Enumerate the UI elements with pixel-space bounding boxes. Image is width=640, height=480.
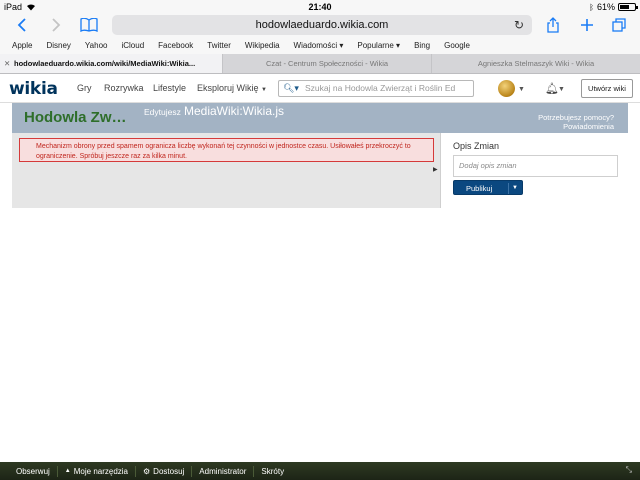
- gear-icon: ⚙: [143, 466, 151, 476]
- help-links: Potrzebujesz pomocy? Powiadomienia: [538, 113, 614, 131]
- help-link[interactable]: Potrzebujesz pomocy?: [538, 113, 614, 122]
- bookmarks-book-icon[interactable]: [78, 15, 100, 35]
- wikia-logo[interactable]: wikia: [9, 79, 58, 99]
- edit-side-panel: Opis Zmian Dodaj opis zmian Publikuj ▼: [440, 133, 628, 208]
- battery-fill: [620, 5, 629, 9]
- bookmark-item[interactable]: Apple: [12, 41, 32, 50]
- wikia-bottom-toolbar: Obserwuj ▲ Moje narzędzia ⚙ Dostosuj Admin…: [0, 462, 640, 480]
- bell-caret-icon[interactable]: ▼: [558, 86, 565, 93]
- toolbar-follow-label: Obserwuj: [16, 466, 50, 476]
- edit-page-title: MediaWiki:Wikia.js: [184, 104, 285, 118]
- bookmark-item[interactable]: Google: [444, 41, 470, 50]
- editor-content: Mechanizm obrony przed spamem ogranicza …: [12, 133, 628, 208]
- bookmark-item[interactable]: Twitter: [207, 41, 231, 50]
- publish-button[interactable]: Publikuj ▼: [453, 180, 523, 195]
- bookmark-item[interactable]: Wiadomości ▾: [294, 41, 344, 50]
- avatar[interactable]: [498, 80, 515, 97]
- bookmarks-bar: Apple Disney Yahoo iCloud Facebook Twitter Wik…: [0, 36, 640, 54]
- new-tab-icon[interactable]: [578, 15, 596, 35]
- close-tab-icon[interactable]: ✕: [4, 54, 10, 73]
- wikia-global-nav: wikia Gry Rozrywka Lifestyle Eksploruj W…: [0, 75, 640, 103]
- resize-icon[interactable]: ⤡: [626, 465, 632, 475]
- avatar-caret-icon[interactable]: ▼: [518, 86, 525, 93]
- toolbar-my-tools-label: Moje narzędzia: [73, 466, 128, 476]
- battery-percent: 61%: [596, 2, 615, 12]
- reload-icon[interactable]: ↻: [514, 15, 524, 35]
- toolbar-customize-label: Dostosuj: [153, 466, 185, 476]
- status-right: ᛒ 61%: [589, 2, 638, 12]
- wiki-header: Hodowla Zw… Edytujesz MediaWiki:Wikia.js…: [12, 103, 628, 133]
- toolbar-customize[interactable]: ⚙ Dostosuj: [136, 465, 193, 477]
- toolbar-admin[interactable]: Administrator: [192, 465, 255, 477]
- publish-dropdown-icon[interactable]: ▼: [512, 181, 518, 196]
- back-icon[interactable]: [14, 15, 30, 35]
- error-message: Mechanizm obrony przed spamem ogranicza …: [19, 138, 434, 162]
- tab-bar: ✕ hodowlaeduardo.wikia.com/wiki/MediaWiki…: [0, 54, 640, 74]
- address-url: hodowlaeduardo.wikia.com: [255, 19, 389, 31]
- forward-icon[interactable]: [48, 15, 64, 35]
- nav-eksploruj[interactable]: Eksploruj Wikię ▼: [197, 83, 267, 93]
- bookmark-item[interactable]: Popularne ▾: [357, 41, 400, 50]
- share-icon[interactable]: [544, 15, 562, 35]
- bookmark-item[interactable]: Facebook: [158, 41, 193, 50]
- nav-eksploruj-label: Eksploruj Wikię: [197, 83, 259, 93]
- search-input[interactable]: 🔍︎▾ Szukaj na Hodowla Zwierząt i Roślin …: [278, 80, 474, 97]
- notifications-link[interactable]: Powiadomienia: [538, 122, 614, 131]
- status-bar: iPad 21:40 ᛒ 61%: [0, 0, 640, 14]
- browser-toolbar: hodowlaeduardo.wikia.com ↻: [0, 14, 640, 36]
- toolbar-admin-label: Administrator: [199, 466, 247, 476]
- bookmark-item[interactable]: Wikipedia: [245, 41, 280, 50]
- toolbar-shortcuts-label: Skróty: [261, 466, 285, 476]
- battery-icon: [618, 3, 638, 11]
- caret-up-icon: ▲: [64, 467, 71, 474]
- summary-title: Opis Zmian: [453, 141, 500, 151]
- publish-divider: [508, 183, 509, 194]
- collapse-panel-icon[interactable]: ▶: [433, 166, 438, 173]
- address-bar[interactable]: hodowlaeduardo.wikia.com ↻: [112, 15, 532, 35]
- bluetooth-icon: ᛒ: [589, 2, 594, 12]
- search-placeholder: Szukaj na Hodowla Zwierząt i Roślin Ed: [305, 83, 456, 93]
- toolbar-shortcuts[interactable]: Skróty: [254, 466, 291, 477]
- bookmark-item[interactable]: iCloud: [121, 41, 144, 50]
- chevron-down-icon: ▼: [261, 87, 267, 93]
- bookmark-item[interactable]: Yahoo: [85, 41, 108, 50]
- browser-tab[interactable]: Czat - Centrum Społeczności - Wikia: [222, 54, 431, 73]
- browser-tab[interactable]: ✕ hodowlaeduardo.wikia.com/wiki/MediaWiki…: [0, 54, 222, 73]
- tabs-overview-icon[interactable]: [610, 15, 628, 35]
- wiki-name[interactable]: Hodowla Zw…: [24, 109, 127, 126]
- nav-lifestyle[interactable]: Lifestyle: [153, 83, 186, 93]
- nav-rozrywka[interactable]: Rozrywka: [104, 83, 144, 93]
- bookmark-item[interactable]: Disney: [46, 41, 70, 50]
- browser-tab-label: Czat - Centrum Społeczności - Wikia: [265, 59, 389, 68]
- bookmark-item[interactable]: Bing: [414, 41, 430, 50]
- toolbar-follow[interactable]: Obserwuj: [0, 465, 58, 477]
- browser-tab-label: hodowlaeduardo.wikia.com/wiki/MediaWiki:…: [14, 59, 196, 68]
- notifications-bell-icon[interactable]: 🔔︎: [545, 82, 559, 95]
- browser-tab-label: Agnieszka Stelmaszyk Wiki - Wikia: [477, 59, 595, 68]
- publish-label: Publikuj: [466, 184, 493, 193]
- status-time: 21:40: [308, 2, 332, 12]
- edit-prefix: Edytujesz: [144, 107, 181, 117]
- summary-input[interactable]: Dodaj opis zmian: [453, 155, 618, 177]
- create-wiki-button[interactable]: Utwórz wiki: [581, 79, 633, 98]
- nav-gry[interactable]: Gry: [77, 83, 92, 93]
- browser-tab[interactable]: Agnieszka Stelmaszyk Wiki - Wikia: [431, 54, 640, 73]
- search-icon: 🔍︎▾: [283, 83, 299, 93]
- toolbar-my-tools[interactable]: ▲ Moje narzędzia: [58, 465, 136, 477]
